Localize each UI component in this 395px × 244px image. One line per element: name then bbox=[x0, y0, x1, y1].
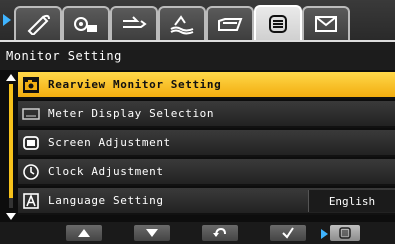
back-icon bbox=[213, 227, 226, 237]
pen-icon bbox=[27, 14, 50, 35]
mail-icon bbox=[315, 16, 337, 32]
menu-item-label: Meter Display Selection bbox=[48, 107, 215, 120]
down-arrow-icon bbox=[146, 229, 158, 237]
play-indicator-icon bbox=[321, 229, 328, 239]
tab-indicator-icon bbox=[3, 14, 11, 26]
check-icon bbox=[282, 227, 294, 239]
menu-item-label: Screen Adjustment bbox=[48, 136, 171, 149]
menu-item-meter-display-selection[interactable]: Meter Display Selection bbox=[18, 101, 395, 128]
menu-item-label: Rearview Monitor Setting bbox=[48, 78, 222, 91]
tab-menu-list[interactable] bbox=[254, 5, 302, 41]
menu-button[interactable] bbox=[330, 225, 360, 241]
menu-item-label: Clock Adjustment bbox=[48, 165, 164, 178]
up-arrow-icon bbox=[78, 229, 90, 237]
tab-camera-settings[interactable] bbox=[62, 6, 110, 40]
folder-icon bbox=[218, 18, 243, 31]
menu-item-label: Language Setting bbox=[48, 194, 164, 207]
screen-frame: Monitor Setting Rearview Monitor Setting… bbox=[0, 0, 395, 244]
tab-scene[interactable] bbox=[158, 6, 206, 40]
language-icon bbox=[22, 192, 40, 210]
scroll-track[interactable] bbox=[9, 84, 13, 208]
meter-icon bbox=[22, 105, 40, 123]
confirm-button[interactable] bbox=[270, 225, 306, 241]
menu-list-icon bbox=[269, 15, 287, 33]
camera-settings-icon bbox=[74, 17, 97, 32]
bottom-button-bar bbox=[0, 222, 395, 244]
tab-bar bbox=[0, 0, 395, 41]
up-button[interactable] bbox=[66, 225, 102, 241]
screen-icon bbox=[22, 134, 40, 152]
menu-item-language-setting[interactable]: Language Setting English bbox=[18, 188, 395, 215]
tab-pen[interactable] bbox=[14, 6, 62, 40]
down-button[interactable] bbox=[134, 225, 170, 241]
tab-mail[interactable] bbox=[302, 6, 350, 40]
page-title: Monitor Setting bbox=[6, 49, 122, 63]
camera-monitor-icon bbox=[22, 76, 40, 94]
tab-folder[interactable] bbox=[206, 6, 254, 40]
back-button[interactable] bbox=[202, 225, 238, 241]
clock-icon bbox=[22, 163, 40, 181]
language-value[interactable]: English bbox=[308, 190, 395, 212]
menu-item-rearview-monitor-setting[interactable]: Rearview Monitor Setting bbox=[18, 72, 395, 99]
scroll-down-icon[interactable] bbox=[6, 213, 16, 220]
tab-flash[interactable] bbox=[110, 6, 158, 40]
flash-icon bbox=[123, 16, 147, 28]
scene-icon bbox=[170, 15, 194, 35]
scroll-up-icon[interactable] bbox=[6, 74, 16, 81]
menu-list-icon bbox=[339, 227, 351, 239]
scroll-thumb[interactable] bbox=[9, 84, 13, 198]
page-header: Monitor Setting bbox=[0, 40, 395, 70]
menu-item-clock-adjustment[interactable]: Clock Adjustment bbox=[18, 159, 395, 186]
scrollbar[interactable] bbox=[6, 72, 16, 220]
menu-item-screen-adjustment[interactable]: Screen Adjustment bbox=[18, 130, 395, 157]
menu-list: Rearview Monitor Setting Meter Display S… bbox=[18, 72, 395, 220]
